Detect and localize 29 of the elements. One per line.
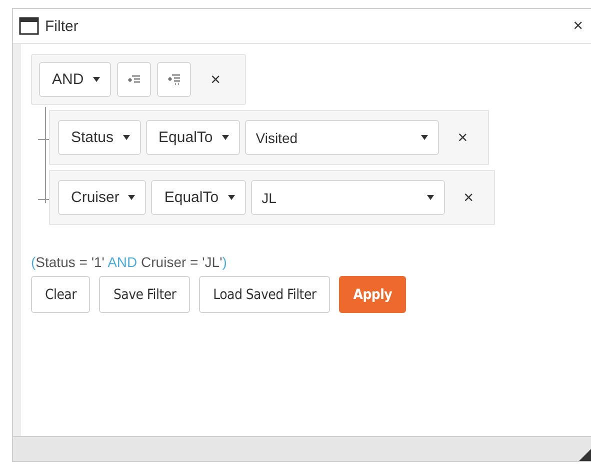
add-group-icon xyxy=(168,74,180,85)
field-dropdown[interactable]: Cruiser xyxy=(58,180,146,215)
window-title: Filter xyxy=(45,18,80,34)
add-rule-icon xyxy=(128,74,140,84)
filter-button[interactable]: Clear xyxy=(31,276,90,313)
caret-icon xyxy=(426,195,434,200)
value-dropdown[interactable]: Visited xyxy=(244,120,439,155)
condition-dropdown[interactable]: EqualTo xyxy=(151,180,246,215)
caret-icon xyxy=(228,195,235,200)
condition-dropdown[interactable]: EqualTo xyxy=(146,120,240,155)
value-dropdown[interactable]: JL xyxy=(250,180,445,215)
remove-rule-button[interactable]: × xyxy=(444,128,468,148)
window-icon xyxy=(19,17,39,35)
caret-icon xyxy=(92,77,100,82)
close-button[interactable]: × xyxy=(573,16,583,36)
filter-expression: (Status = '1' AND Cruiser = 'JL') xyxy=(31,254,228,270)
add-rule-button[interactable] xyxy=(116,62,151,97)
remove-rule-button[interactable]: × xyxy=(450,188,474,208)
caret-icon xyxy=(128,195,136,200)
filter-button[interactable]: Load Saved Filter xyxy=(199,276,330,313)
caret-icon xyxy=(122,135,130,140)
filter-button[interactable]: Save Filter xyxy=(99,276,190,313)
operator-dropdown[interactable]: AND xyxy=(39,62,111,97)
caret-icon xyxy=(222,135,229,140)
resize-grip-icon xyxy=(579,449,591,461)
field-dropdown[interactable]: Status xyxy=(58,120,141,155)
add-group-button[interactable] xyxy=(156,62,191,97)
remove-group-button[interactable]: × xyxy=(196,70,221,90)
caret-icon xyxy=(420,135,428,140)
